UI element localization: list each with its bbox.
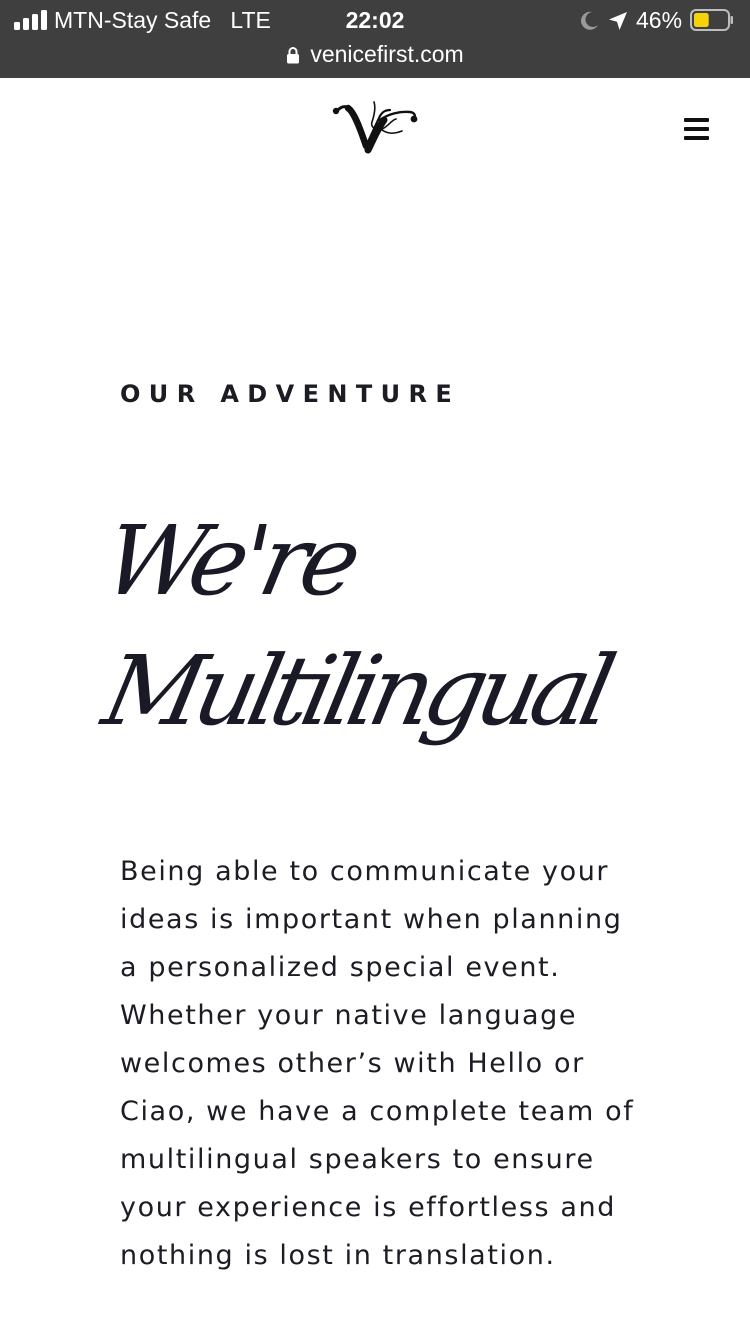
status-row: MTN-Stay Safe LTE 22:02 46% bbox=[0, 0, 750, 40]
hamburger-menu-icon[interactable] bbox=[678, 114, 714, 144]
heading-line-2: Multilingual bbox=[94, 635, 617, 747]
battery-icon bbox=[690, 9, 733, 31]
location-arrow-icon bbox=[609, 12, 627, 30]
site-header bbox=[0, 78, 750, 178]
script-heading: We're Multilingual bbox=[94, 505, 638, 776]
address-bar[interactable]: venicefirst.com bbox=[0, 38, 750, 70]
section-eyebrow: OUR ADVENTURE bbox=[120, 380, 461, 408]
body-paragraph: Being able to communicate your ideas is … bbox=[120, 856, 635, 1271]
browser-status-bar: MTN-Stay Safe LTE 22:02 46% venicefirst.… bbox=[0, 0, 750, 78]
vf-monogram-logo[interactable] bbox=[330, 98, 420, 162]
lock-icon bbox=[287, 47, 300, 64]
battery-fill bbox=[694, 13, 709, 27]
heading-line-1: We're bbox=[94, 505, 365, 617]
url-domain: venicefirst.com bbox=[310, 41, 464, 67]
moon-icon bbox=[581, 11, 598, 30]
battery-percent: 46% bbox=[636, 7, 683, 33]
